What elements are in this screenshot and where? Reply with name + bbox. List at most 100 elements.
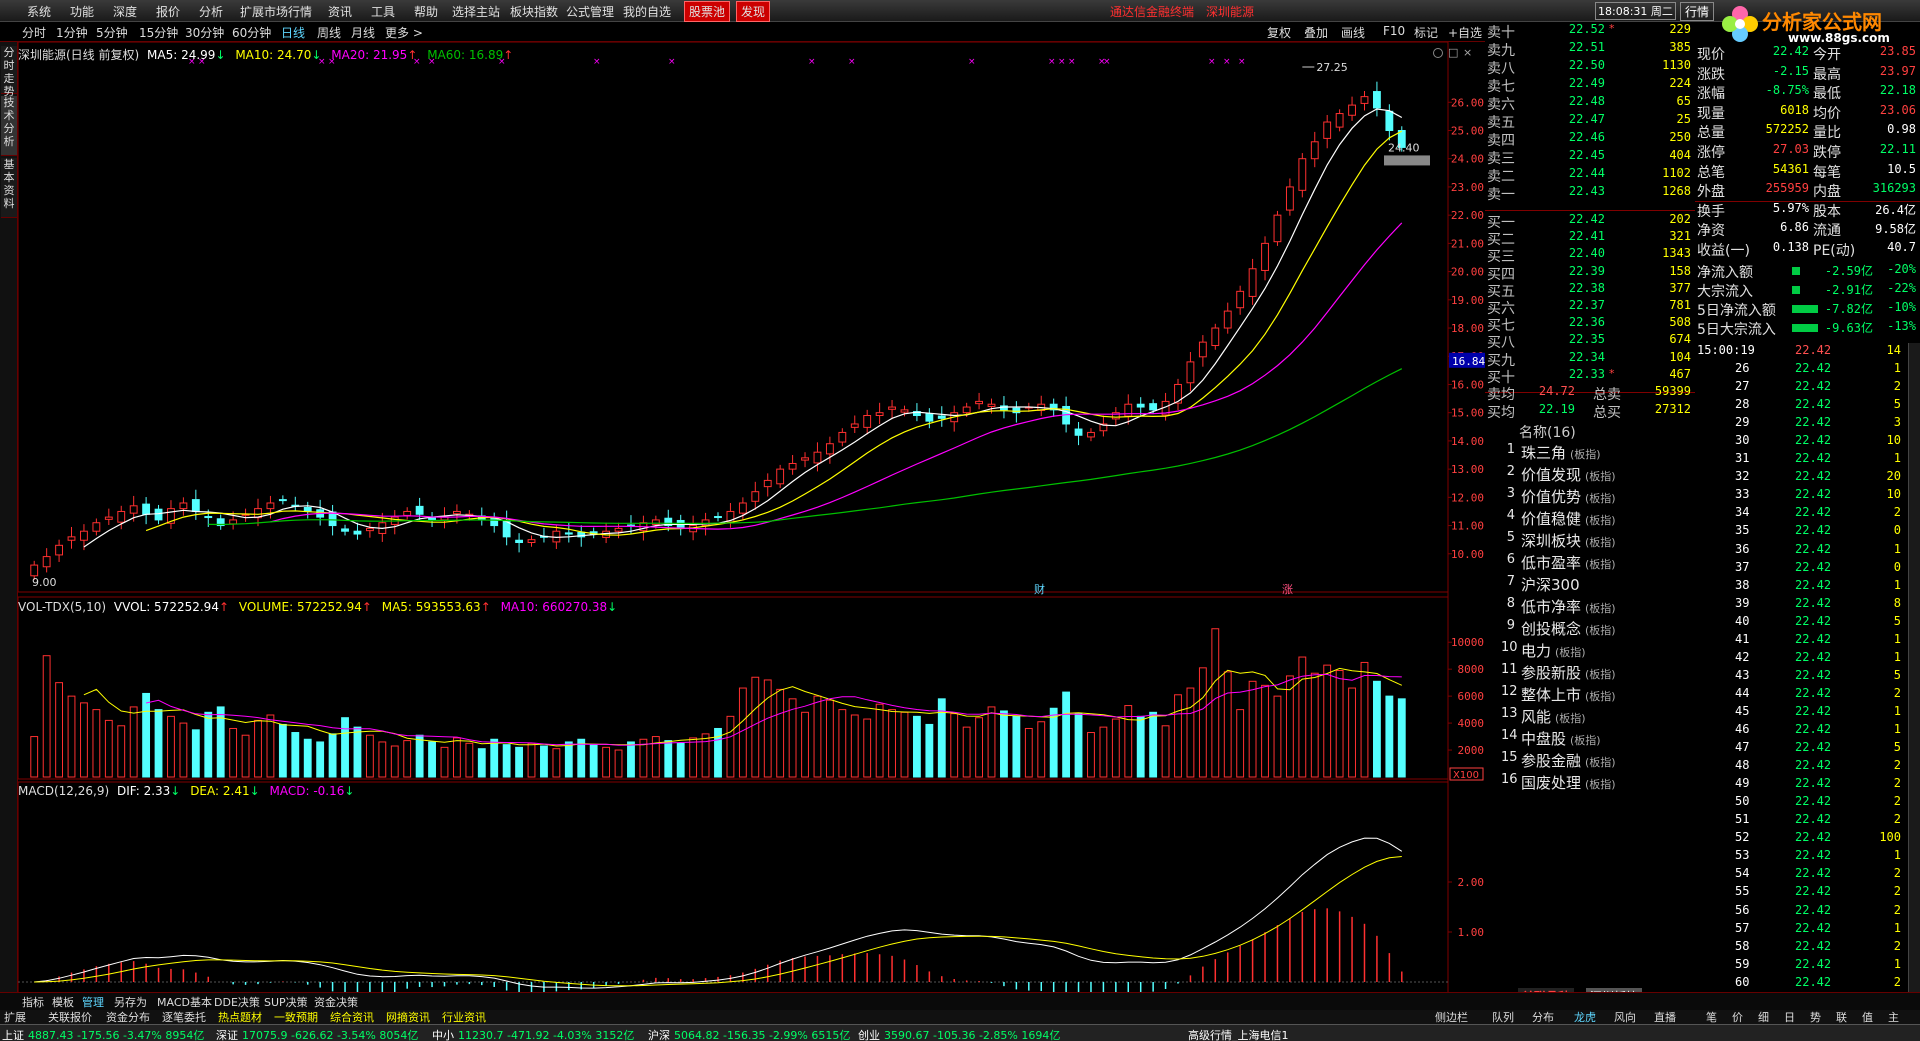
period-tick[interactable]: 分时 — [22, 24, 46, 41]
period-1min[interactable]: 1分钟 — [56, 24, 88, 41]
right-tab[interactable]: 风向 — [1612, 1009, 1638, 1025]
right-tab[interactable]: 队列 — [1490, 1009, 1516, 1025]
tab-save-as[interactable]: 另存为 — [112, 994, 149, 1010]
right-tab[interactable]: 龙虎 — [1572, 1009, 1598, 1025]
side-tab-intraday[interactable]: 分时走势 — [1, 46, 17, 98]
menu-system[interactable]: 系统 — [27, 3, 51, 20]
tab-macd[interactable]: MACD基本 — [155, 994, 214, 1010]
side-tab-fundamental[interactable]: 基本资料 — [1, 158, 17, 218]
tab-manage[interactable]: 管理 — [80, 994, 106, 1010]
menu-analysis[interactable]: 分析 — [199, 3, 223, 20]
related-item[interactable]: 16 国废处理 (板指) — [1485, 772, 1695, 794]
volume-bar — [1062, 691, 1071, 778]
related-item[interactable]: 11 参股新股 (板指) — [1485, 662, 1695, 684]
tab-industry-news[interactable]: 行业资讯 — [440, 1009, 488, 1025]
tab-fund[interactable]: 资金决策 — [312, 994, 360, 1010]
right-tab[interactable]: 主 — [1886, 1009, 1901, 1025]
tick-row: 30 22.42 10 — [1695, 433, 1905, 451]
discover-tab[interactable]: 发现 — [736, 1, 771, 22]
tab-sup[interactable]: SUP决策 — [262, 994, 310, 1010]
menu-tools[interactable]: 工具 — [371, 3, 395, 20]
tab-template[interactable]: 模板 — [50, 994, 76, 1010]
right-tab[interactable]: 联 — [1834, 1009, 1849, 1025]
tab-order-by-order[interactable]: 逐笔委托 — [160, 1009, 208, 1025]
stockpool-tab[interactable]: 股票池 — [684, 1, 731, 22]
period-monthly[interactable]: 月线 — [351, 24, 375, 41]
tab-general-news[interactable]: 综合资讯 — [328, 1009, 376, 1025]
related-item[interactable]: 12 整体上市 (板指) — [1485, 684, 1695, 706]
tab-related-quote[interactable]: 关联报价 — [46, 1009, 94, 1025]
volume-bar — [913, 715, 921, 778]
maximize-icon[interactable]: × — [1463, 46, 1472, 59]
tab-fund-dist[interactable]: 资金分布 — [104, 1009, 152, 1025]
tick-time: 37 — [1735, 559, 1750, 574]
period-30min[interactable]: 30分钟 — [185, 24, 224, 41]
quote-value: 54361 — [1772, 161, 1809, 176]
volume-bar — [1397, 698, 1406, 778]
flow-value: -7.82亿 — [1824, 302, 1873, 316]
right-tab[interactable]: 分布 — [1530, 1009, 1556, 1025]
mark-button[interactable]: 标记 — [1414, 24, 1438, 41]
kline-svg[interactable]: 26.00 25.00 24.00 23.00 22.00 21.00 20.00 19.00… — [18, 42, 1485, 992]
right-tab[interactable]: 侧边栏 — [1433, 1009, 1470, 1025]
period-daily[interactable]: 日线 — [281, 24, 305, 41]
related-item[interactable]: 5 深圳板块 (板指) — [1485, 530, 1695, 552]
tab-indicator[interactable]: 指标 — [20, 994, 46, 1010]
tab-ext[interactable]: 扩展 — [2, 1009, 28, 1025]
period-weekly[interactable]: 周线 — [317, 24, 341, 41]
related-item[interactable]: 4 价值稳健 (板指) — [1485, 508, 1695, 530]
menu-depth[interactable]: 深度 — [113, 3, 137, 20]
tick-volume: 1 — [1893, 920, 1901, 935]
tab-hot-topic[interactable]: 热点题材 — [216, 1009, 264, 1025]
menu-function[interactable]: 功能 — [70, 3, 94, 20]
draw-line-button[interactable]: 画线 — [1341, 24, 1365, 41]
close-icon[interactable]: □ — [1448, 46, 1458, 59]
settings-icon[interactable] — [1433, 48, 1443, 58]
related-item[interactable]: 6 低市盈率 (板指) — [1485, 552, 1695, 574]
tab-dde[interactable]: DDE决策 — [212, 994, 262, 1010]
restore-button[interactable]: 复权 — [1267, 24, 1291, 41]
right-tab[interactable]: 笔 — [1704, 1009, 1719, 1025]
tab-net-news[interactable]: 网摘资讯 — [384, 1009, 432, 1025]
right-tab[interactable]: 日 — [1782, 1009, 1797, 1025]
related-item[interactable]: 13 风能 (板指) — [1485, 706, 1695, 728]
menu-help[interactable]: 帮助 — [414, 3, 438, 20]
menu-info[interactable]: 资讯 — [328, 3, 352, 20]
period-more[interactable]: 更多 > — [385, 24, 423, 41]
sell-level-label: 卖九 — [1487, 43, 1515, 59]
related-item[interactable]: 9 创投概念 (板指) — [1485, 618, 1695, 640]
market-button[interactable]: 行情 — [1680, 2, 1715, 21]
right-tab[interactable]: 值 — [1860, 1009, 1875, 1025]
menu-quote[interactable]: 报价 — [156, 3, 180, 20]
menu-sector-index[interactable]: 板块指数 — [510, 3, 558, 20]
right-tab[interactable]: 价 — [1730, 1009, 1745, 1025]
related-item[interactable]: 15 参股金融 (板指) — [1485, 750, 1695, 772]
related-item[interactable]: 8 低市净率 (板指) — [1485, 596, 1695, 618]
add-watchlist-button[interactable]: +自选 — [1448, 24, 1482, 41]
overlay-button[interactable]: 叠加 — [1304, 24, 1328, 41]
related-item[interactable]: 3 价值优势 (板指) — [1485, 486, 1695, 508]
period-15min[interactable]: 15分钟 — [139, 24, 178, 41]
kline-chart-area[interactable]: 26.00 25.00 24.00 23.00 22.00 21.00 20.00 19.00… — [18, 42, 1485, 992]
menu-ext-market[interactable]: 扩展市场行情 — [240, 3, 312, 20]
related-item[interactable]: 10 电力 (板指) — [1485, 640, 1695, 662]
side-tab-technical[interactable]: 技术分析 — [1, 96, 17, 156]
tick-scrollbar[interactable] — [1908, 343, 1920, 993]
f10-button[interactable]: F10 — [1383, 24, 1405, 38]
tick-price: 22.42 — [1795, 812, 1832, 827]
quote-label2: 流通 — [1813, 223, 1841, 240]
side-tabs: 分时走势 技术分析 基本资料 — [0, 42, 18, 992]
related-item[interactable]: 1 珠三角 (板指) — [1485, 442, 1695, 464]
right-tab[interactable]: 细 — [1756, 1009, 1771, 1025]
right-tab[interactable]: 势 — [1808, 1009, 1823, 1025]
period-60min[interactable]: 60分钟 — [232, 24, 271, 41]
menu-select-server[interactable]: 选择主站 — [452, 3, 500, 20]
related-item[interactable]: 7 沪深300 — [1485, 574, 1695, 596]
menu-my-watchlist[interactable]: 我的自选 — [623, 3, 671, 20]
period-5min[interactable]: 5分钟 — [96, 24, 128, 41]
tab-consensus[interactable]: 一致预期 — [272, 1009, 320, 1025]
related-item[interactable]: 2 价值发现 (板指) — [1485, 464, 1695, 486]
right-tab[interactable]: 直播 — [1652, 1009, 1678, 1025]
menu-formula[interactable]: 公式管理 — [566, 3, 614, 20]
related-item[interactable]: 14 中盘股 (板指) — [1485, 728, 1695, 750]
